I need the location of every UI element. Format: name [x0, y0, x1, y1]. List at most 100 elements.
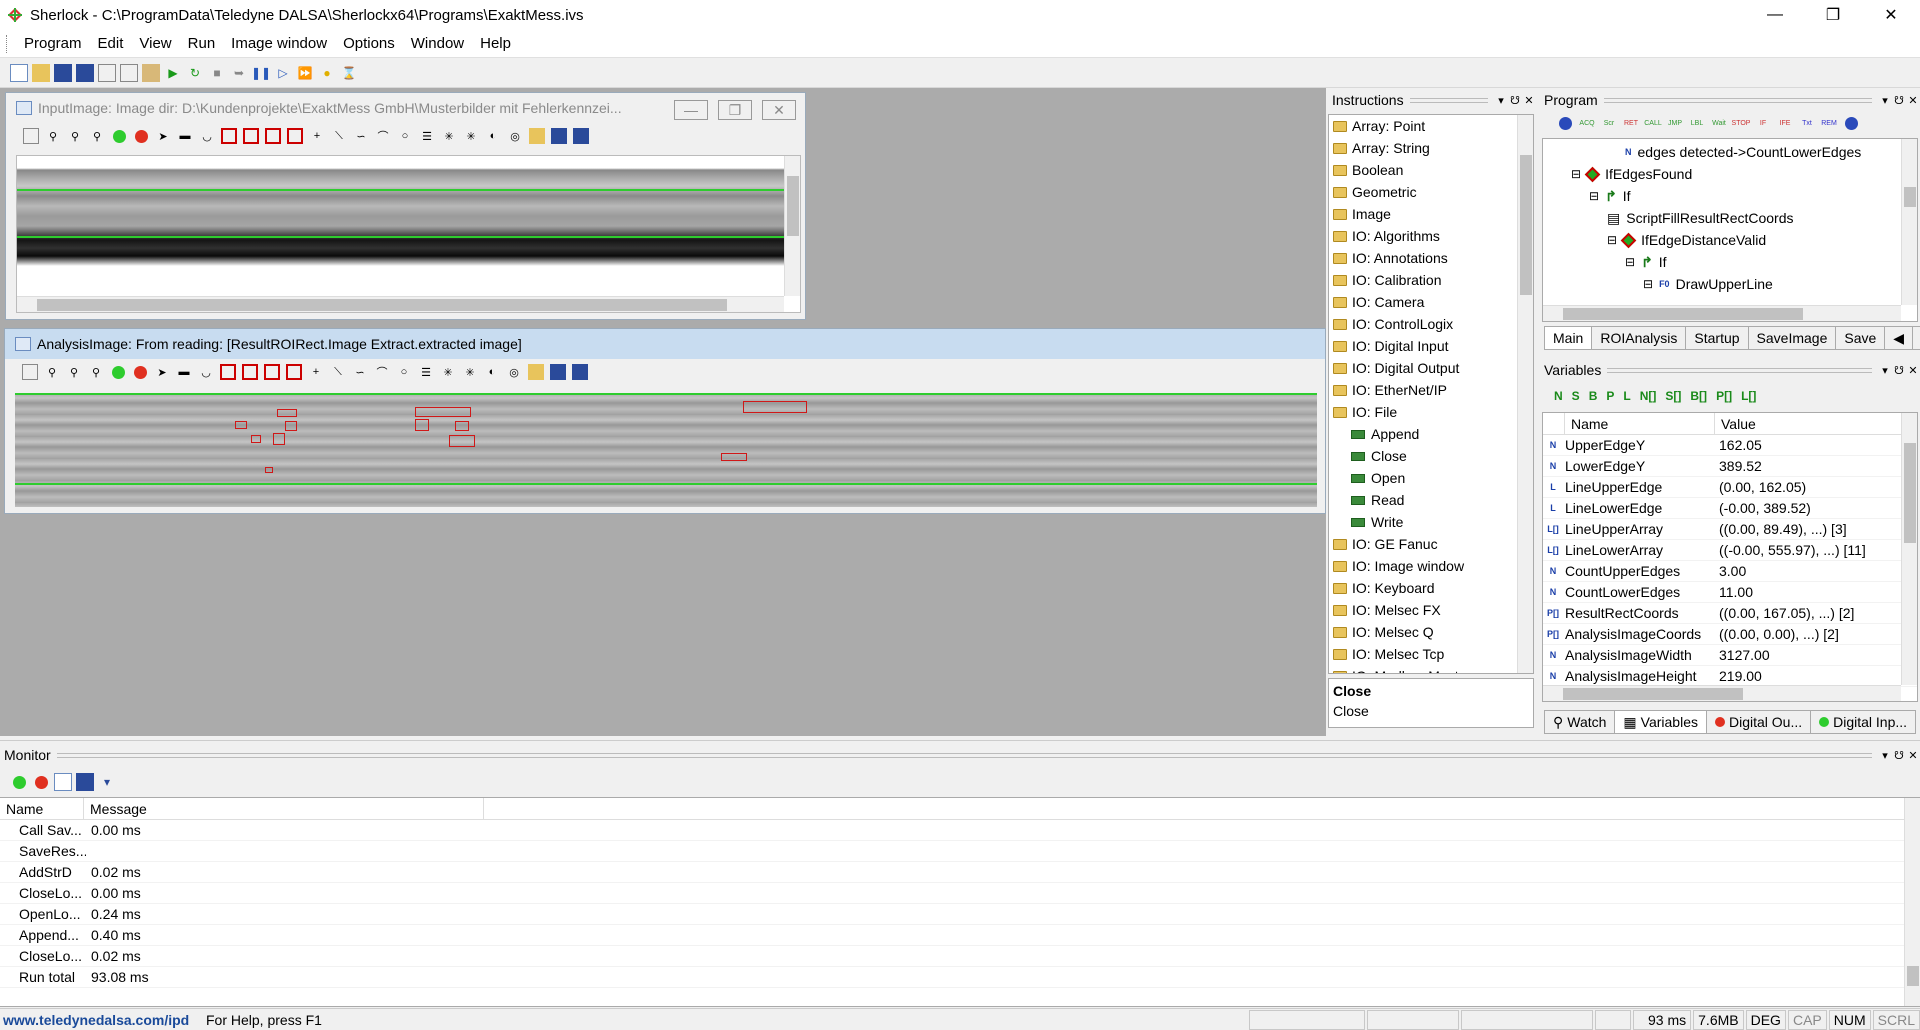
paste-icon[interactable] [142, 63, 160, 82]
monitor-list[interactable]: Name Message Call Sav... 0.00 ms SaveRes..… [0, 797, 1920, 1007]
menu-run[interactable]: Run [180, 35, 224, 52]
zoom-fit-icon[interactable]: ⚲ [88, 364, 104, 380]
variable-row[interactable]: L LineLowerEdge (-0.00, 389.52) [1543, 498, 1917, 519]
analysis-image-window[interactable]: AnalysisImage: From reading: [ResultROIR… [4, 328, 1326, 514]
instruction-category[interactable]: IO: EtherNet/IP [1329, 379, 1533, 401]
input-image-window[interactable]: InputImage: Image dir: D:\Kundenprojekte… [5, 92, 806, 320]
line-icon[interactable]: ⟍ [331, 128, 347, 144]
load-image-icon[interactable] [529, 128, 545, 144]
input-image-titlebar[interactable]: InputImage: Image dir: D:\Kundenprojekte… [6, 93, 805, 123]
instruction-category[interactable]: Array: String [1329, 137, 1533, 159]
filter-l-button[interactable]: L [1623, 389, 1630, 403]
monitor-options-icon[interactable]: ▾ [98, 773, 116, 791]
program-tree-item[interactable]: ⊟ IfEdgeDistanceValid [1607, 229, 1766, 251]
roi-red-2-icon[interactable] [243, 128, 259, 144]
menu-options[interactable]: Options [335, 35, 403, 52]
target-icon[interactable]: ◎ [507, 128, 523, 144]
tab-digital-outputs[interactable]: Digital Ou... [1705, 710, 1812, 734]
call-icon[interactable]: CALL [1644, 114, 1662, 132]
line-icon[interactable]: ⟍ [330, 364, 346, 380]
monitor-stop-icon[interactable] [32, 773, 50, 791]
monitor-row[interactable]: Append... 0.40 ms [0, 925, 1920, 946]
zoom-in-icon[interactable]: ⚲ [45, 128, 61, 144]
lbl-icon[interactable]: LBL [1688, 114, 1706, 132]
arc-icon[interactable]: ⌒ [375, 128, 391, 144]
camera-icon[interactable] [1556, 114, 1574, 132]
instruction-item[interactable]: Read [1329, 489, 1533, 511]
point-icon[interactable]: + [309, 128, 325, 144]
circle-icon[interactable]: ○ [396, 364, 412, 380]
instruction-category[interactable]: IO: GE Fanuc [1329, 533, 1533, 555]
filter-l-array-button[interactable]: L[] [1741, 389, 1756, 403]
instructions-list[interactable]: Array: Point Array: String Boolean Geometri… [1328, 114, 1534, 674]
filter-s-array-button[interactable]: S[] [1665, 389, 1681, 403]
instruction-category[interactable]: IO: Image window [1329, 555, 1533, 577]
instruction-category[interactable]: IO: Melsec Q [1329, 621, 1533, 643]
instruction-category[interactable]: Image [1329, 203, 1533, 225]
timer-icon[interactable]: ⌛ [340, 64, 358, 82]
roi-red-2-icon[interactable] [242, 364, 258, 380]
roi-red-4-icon[interactable] [287, 128, 303, 144]
variable-row[interactable]: N AnalysisImageHeight 219.00 [1543, 666, 1917, 687]
input-horizontal-scrollbar[interactable] [17, 296, 784, 312]
collapse-toggle-icon[interactable]: ⊟ [1643, 277, 1653, 291]
save-all-icon[interactable] [76, 63, 94, 82]
variable-row[interactable]: L LineUpperEdge (0.00, 162.05) [1543, 477, 1917, 498]
stop-prog-icon[interactable]: STOP [1732, 114, 1751, 132]
instruction-category[interactable]: IO: Calibration [1329, 269, 1533, 291]
variable-row[interactable]: N LowerEdgeY 389.52 [1543, 456, 1917, 477]
filter-n-button[interactable]: N [1554, 389, 1563, 403]
collapse-toggle-icon[interactable]: ⊟ [1625, 255, 1635, 269]
menu-view[interactable]: View [131, 35, 179, 52]
zoom-out-icon[interactable]: ⚲ [67, 128, 83, 144]
star-icon[interactable]: ✳ [463, 128, 479, 144]
rect-roi-icon[interactable]: ▬ [177, 128, 193, 144]
instruction-category[interactable]: IO: Annotations [1329, 247, 1533, 269]
spoke-icon[interactable]: ✳ [441, 128, 457, 144]
acq-icon[interactable]: ACQ [1578, 114, 1596, 132]
rake-icon[interactable]: ☰ [418, 364, 434, 380]
variables-table[interactable]: Name Value N UpperEdgeY 162.05 N LowerEdgeY 3… [1542, 412, 1918, 702]
arc-rake-icon[interactable]: ◐ [484, 364, 500, 380]
variable-row[interactable]: N AnalysisImageWidth 3127.00 [1543, 645, 1917, 666]
panel-menu-icon[interactable]: ▾ [1494, 94, 1508, 107]
program-tree-item[interactable]: ▤ ScriptFillResultRectCoords [1607, 207, 1794, 229]
program-vertical-scrollbar[interactable] [1901, 139, 1917, 305]
new-file-icon[interactable] [10, 63, 28, 82]
input-image-canvas[interactable] [16, 155, 801, 313]
script-icon[interactable]: Scr [1600, 114, 1618, 132]
pin-icon[interactable]: ☋ [1508, 94, 1522, 107]
column-value[interactable]: Value [1715, 413, 1917, 434]
monitor-row[interactable]: OpenLo... 0.24 ms [0, 904, 1920, 925]
menu-program[interactable]: Program [16, 35, 90, 52]
rect-roi-icon[interactable]: ▬ [176, 364, 192, 380]
panel-menu-icon[interactable]: ▾ [1878, 94, 1892, 107]
arc-icon[interactable]: ⌒ [374, 364, 390, 380]
instruction-category[interactable]: IO: Digital Output [1329, 357, 1533, 379]
instruction-category[interactable]: Array: Point [1329, 115, 1533, 137]
polyline-icon[interactable]: ∽ [352, 364, 368, 380]
input-minimize-button[interactable]: — [674, 100, 708, 120]
step-forward-icon[interactable]: ▷ [274, 64, 292, 82]
monitor-clear-icon[interactable] [54, 773, 72, 791]
minimize-button[interactable]: — [1746, 0, 1804, 30]
tab-digital-inputs[interactable]: Digital Inp... [1810, 710, 1917, 734]
instruction-category[interactable]: IO: Modbus Master [1329, 665, 1533, 673]
website-link[interactable]: www.teledynedalsa.com/ipd [0, 1012, 206, 1028]
filter-s-button[interactable]: S [1572, 389, 1580, 403]
red-light-icon[interactable] [133, 128, 149, 144]
monitor-row[interactable]: Run total 93.08 ms [0, 967, 1920, 988]
properties-icon[interactable] [22, 364, 38, 380]
stop-icon[interactable]: ■ [208, 64, 226, 82]
instruction-category[interactable]: IO: Algorithms [1329, 225, 1533, 247]
filter-b-button[interactable]: B [1589, 389, 1598, 403]
green-light-icon[interactable] [111, 128, 127, 144]
instruction-category[interactable]: IO: File [1329, 401, 1533, 423]
collapse-toggle-icon[interactable]: ⊟ [1571, 167, 1581, 181]
menu-edit[interactable]: Edit [90, 35, 132, 52]
tab-variables[interactable]: ▦ Variables [1614, 710, 1707, 734]
monitor-column-message[interactable]: Message [84, 798, 484, 819]
target-icon[interactable]: ◎ [506, 364, 522, 380]
monitor-column-name[interactable]: Name [0, 798, 84, 819]
variable-row[interactable]: N CountUpperEdges 3.00 [1543, 561, 1917, 582]
